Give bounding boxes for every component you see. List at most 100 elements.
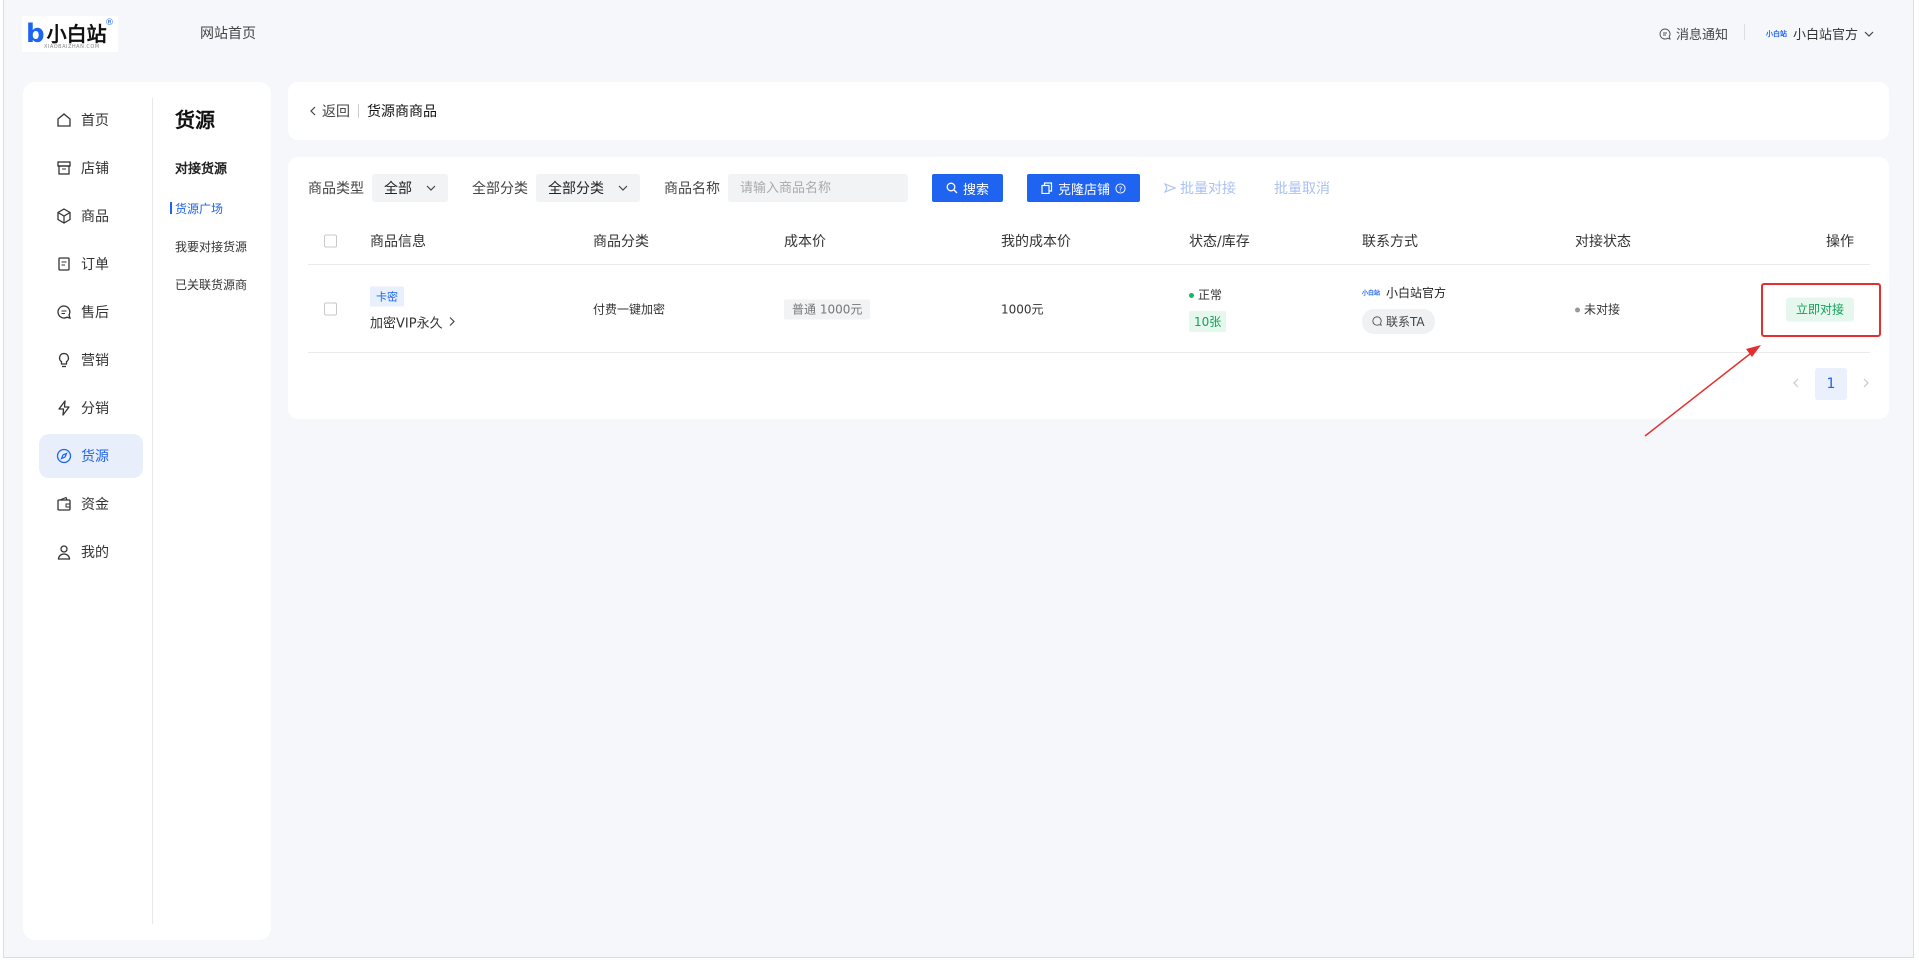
sidebar-item-supply[interactable]: 货源	[39, 434, 143, 478]
bolt-icon	[58, 400, 70, 416]
contact-button-label: 联系TA	[1386, 314, 1425, 329]
sidebar-item-label: 分销	[81, 401, 109, 417]
contact: 小白站 小白站官方 联系TA	[1362, 284, 1446, 334]
table-header: 商品信息 商品分类 成本价 我的成本价 状态/库存 联系方式 对接状态 操作	[308, 217, 1870, 265]
sidebar-item-label: 订单	[81, 257, 109, 273]
site-home-link[interactable]: 网站首页	[200, 23, 256, 43]
category-select[interactable]: 全部分类	[536, 174, 640, 202]
subnav-title: 货源	[175, 108, 215, 132]
user-avatar: 小白站	[1766, 29, 1787, 38]
store-icon	[57, 161, 71, 175]
sidebar-item-label: 商品	[81, 209, 109, 225]
product-name-link[interactable]: 加密VIP永久	[370, 312, 457, 331]
sidebar-item-funds[interactable]: 资金	[39, 482, 143, 526]
product-name-input[interactable]	[728, 174, 908, 202]
batch-cancel-label: 批量取消	[1274, 181, 1331, 197]
table-row: 卡密 加密VIP永久 付费一键加密 普通 1000元 1000元 正常 10张	[308, 265, 1870, 353]
logo-mark: b	[26, 19, 45, 49]
header-product-info: 商品信息	[370, 233, 426, 250]
user-name: 小白站官方	[1793, 28, 1859, 43]
subnav-group-title: 对接货源	[175, 162, 228, 177]
category-select-value: 全部分类	[548, 181, 604, 197]
connect-status: 未对接	[1575, 300, 1620, 317]
compass-icon	[56, 448, 72, 464]
batch-cancel-button[interactable]: 批量取消	[1274, 178, 1330, 198]
app-frame: b 小白站 ® XIAOBAIZHAN.COM 网站首页 消息通知 小白站 小白…	[3, 0, 1914, 958]
back-label: 返回	[322, 104, 350, 120]
home-icon	[57, 113, 71, 127]
user-icon	[57, 545, 71, 560]
chevron-down-icon	[618, 185, 628, 191]
primary-nav: 首页 店铺 商品 订单 售后 营销 分销 货源 资金 我的	[39, 98, 143, 578]
box-icon	[57, 208, 71, 224]
select-all-checkbox[interactable]	[324, 234, 337, 247]
sidebar-card: 首页 店铺 商品 订单 售后 营销 分销 货源 资金 我的 货源 对接货源 货源…	[23, 82, 271, 940]
user-menu[interactable]: 小白站 小白站官方	[1766, 24, 1874, 43]
chevron-down-icon	[1864, 31, 1874, 37]
sidebar-item-aftersale[interactable]: 售后	[39, 290, 143, 334]
page-number[interactable]: 1	[1815, 368, 1847, 400]
sidebar-item-label: 我的	[81, 545, 109, 561]
status-label: 正常	[1198, 287, 1223, 302]
stock-badge: 10张	[1189, 310, 1227, 332]
logo[interactable]: b 小白站 ® XIAOBAIZHAN.COM	[22, 16, 118, 52]
sidebar-item-store[interactable]: 店铺	[39, 146, 143, 190]
header-my-cost: 我的成本价	[1001, 233, 1071, 250]
message-icon	[1372, 316, 1382, 326]
contact-button[interactable]: 联系TA	[1362, 308, 1435, 334]
chevron-right-icon	[449, 317, 455, 326]
help-icon: ?	[1115, 182, 1126, 194]
prev-page-button[interactable]	[1791, 376, 1801, 392]
sidebar-item-label: 店铺	[81, 161, 109, 177]
copy-icon	[1041, 182, 1053, 194]
pagination: 1	[1791, 368, 1871, 400]
search-button[interactable]: 搜索	[932, 174, 1004, 202]
sidebar-item-marketing[interactable]: 营销	[39, 338, 143, 382]
subnav-item-linked-suppliers[interactable]: 已关联货源商	[175, 276, 247, 293]
header-category: 商品分类	[593, 233, 649, 250]
sidebar-item-label: 资金	[81, 497, 109, 513]
order-icon	[58, 257, 70, 271]
subnav-item-supply-square[interactable]: 货源广场	[169, 200, 223, 217]
sidebar-divider	[152, 98, 153, 924]
header-actions: 操作	[1826, 233, 1854, 250]
svg-text:?: ?	[1119, 184, 1123, 193]
chat-icon	[57, 305, 71, 319]
sidebar-item-home[interactable]: 首页	[39, 98, 143, 142]
header-status-stock: 状态/库存	[1189, 233, 1250, 250]
sidebar-item-orders[interactable]: 订单	[39, 242, 143, 286]
my-cost-price: 1000元	[1001, 302, 1044, 316]
product-table: 商品信息 商品分类 成本价 我的成本价 状态/库存 联系方式 对接状态 操作 卡…	[308, 217, 1870, 353]
clone-store-button[interactable]: 克隆店铺 ?	[1027, 174, 1141, 202]
batch-connect-label: 批量对接	[1180, 181, 1237, 197]
breadcrumb-separator	[358, 104, 359, 118]
sidebar-item-label: 首页	[81, 113, 109, 129]
annotation-highlight-box	[1761, 283, 1881, 337]
product-name: 加密VIP永久	[370, 316, 443, 331]
status-text: 正常	[1189, 286, 1226, 303]
back-button[interactable]: 返回	[308, 101, 350, 121]
next-page-button[interactable]	[1861, 376, 1871, 392]
name-filter-label: 商品名称	[664, 181, 720, 197]
sidebar-item-products[interactable]: 商品	[39, 194, 143, 238]
chevron-left-icon	[310, 106, 316, 116]
supplier-name: 小白站官方	[1386, 285, 1447, 300]
wallet-icon	[57, 496, 71, 511]
sidebar-item-mine[interactable]: 我的	[39, 530, 143, 574]
notifications-link[interactable]: 消息通知	[1659, 24, 1728, 43]
batch-connect-button[interactable]: 批量对接	[1164, 178, 1236, 198]
chevron-left-icon	[1793, 378, 1799, 388]
topbar-divider	[1744, 24, 1745, 40]
message-icon	[1659, 27, 1671, 40]
row-checkbox[interactable]	[324, 302, 337, 315]
notifications-label: 消息通知	[1676, 28, 1729, 43]
type-select[interactable]: 全部	[372, 174, 448, 202]
type-filter-label: 商品类型	[308, 181, 364, 197]
sidebar-item-distribution[interactable]: 分销	[39, 386, 143, 430]
connect-status-label: 未对接	[1584, 302, 1621, 316]
status-dot	[1189, 292, 1194, 298]
bulb-icon	[58, 352, 70, 368]
header-contact: 联系方式	[1362, 233, 1418, 250]
chevron-right-icon	[1863, 378, 1869, 388]
subnav-item-want-connect[interactable]: 我要对接货源	[175, 238, 247, 255]
